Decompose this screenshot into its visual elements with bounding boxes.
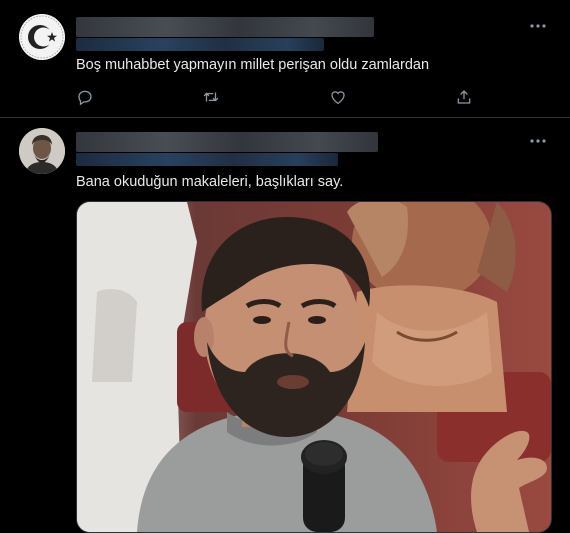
crescent-star-icon bbox=[19, 14, 65, 60]
video-thumbnail[interactable] bbox=[76, 201, 552, 533]
share-icon[interactable] bbox=[455, 88, 473, 106]
tweet-actions bbox=[76, 88, 476, 106]
author-handle-blurred[interactable] bbox=[76, 38, 324, 51]
profile-photo-icon bbox=[19, 128, 65, 174]
reply-icon[interactable] bbox=[76, 88, 94, 106]
tweet-2[interactable]: Bana okuduğun makaleleri, başlıkları say… bbox=[0, 118, 570, 533]
tweet-text: Bana okuduğun makaleleri, başlıkları say… bbox=[76, 174, 344, 190]
tweet-1[interactable]: Boş muhabbet yapmayın millet perişan old… bbox=[0, 0, 570, 118]
avatar[interactable] bbox=[19, 14, 65, 60]
more-options-icon[interactable] bbox=[528, 20, 548, 32]
author-handle-blurred[interactable] bbox=[76, 153, 338, 166]
video-frame-image bbox=[77, 202, 551, 532]
like-icon[interactable] bbox=[329, 88, 347, 106]
retweet-icon[interactable] bbox=[202, 88, 220, 106]
more-options-icon[interactable] bbox=[528, 135, 548, 147]
author-name-blurred[interactable] bbox=[76, 132, 378, 152]
author-name-blurred[interactable] bbox=[76, 17, 374, 37]
tweet-text: Boş muhabbet yapmayın millet perişan old… bbox=[76, 57, 430, 73]
avatar[interactable] bbox=[19, 128, 65, 174]
